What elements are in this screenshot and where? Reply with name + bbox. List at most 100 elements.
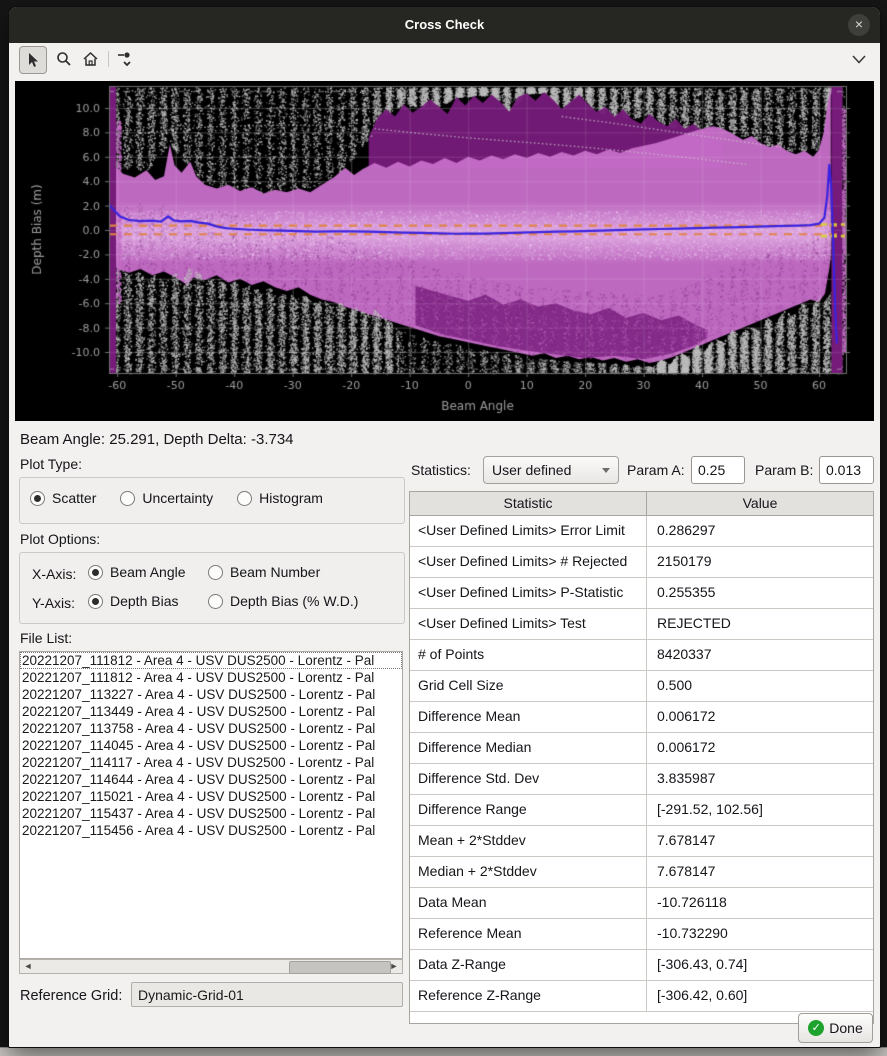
statistics-label: Statistics:: [411, 462, 471, 478]
statistic-cell: Reference Z-Range: [410, 981, 647, 1011]
radio-depth-bias-w-d[interactable]: Depth Bias (% W.D.): [208, 593, 358, 609]
radio-circle-icon[interactable]: [88, 594, 103, 609]
value-cell: 3.835987: [647, 764, 873, 794]
magnifier-icon: [56, 51, 72, 67]
scroll-left-icon[interactable]: ◄: [21, 960, 35, 973]
table-row[interactable]: <User Defined Limits> TestREJECTED: [410, 609, 873, 640]
radio-label: Depth Bias: [110, 593, 178, 609]
toolbar-expander-chevron-icon[interactable]: [850, 50, 868, 68]
radio-circle-icon[interactable]: [120, 491, 135, 506]
radio-beam-number[interactable]: Beam Number: [208, 564, 320, 580]
done-check-icon: ✓: [808, 1020, 824, 1036]
param-b-label: Param B:: [755, 462, 813, 478]
radio-circle-icon[interactable]: [208, 594, 223, 609]
file-list-label: File List:: [20, 630, 72, 646]
statistics-dropdown[interactable]: User defined: [483, 456, 619, 484]
scrollbar-thumb[interactable]: [289, 961, 391, 974]
done-button[interactable]: ✓ Done: [798, 1013, 873, 1043]
statistic-cell: Reference Mean: [410, 919, 647, 949]
value-cell: 0.500: [647, 671, 873, 701]
value-cell: 0.006172: [647, 733, 873, 763]
file-list-item[interactable]: 20221207_114644 - Area 4 - USV DUS2500 -…: [20, 771, 402, 788]
done-button-label: Done: [829, 1020, 862, 1036]
param-a-input[interactable]: [691, 456, 745, 484]
statistic-cell: Difference Std. Dev: [410, 764, 647, 794]
x-axis-radios: Beam AngleBeam Number: [88, 564, 320, 585]
crosscheck-plot[interactable]: [15, 81, 874, 421]
file-list-item[interactable]: 20221207_113449 - Area 4 - USV DUS2500 -…: [20, 703, 402, 720]
table-row[interactable]: Difference Range[-291.52, 102.56]: [410, 795, 873, 826]
value-cell: REJECTED: [647, 609, 873, 639]
radio-circle-icon[interactable]: [237, 491, 252, 506]
radio-circle-icon[interactable]: [88, 565, 103, 580]
cross-check-dialog: Cross Check × Bea: [8, 6, 881, 1048]
dropdown-arrow-icon: [602, 468, 610, 473]
table-row[interactable]: Difference Std. Dev3.835987: [410, 764, 873, 795]
statistics-table-header: Statistic Value: [410, 492, 873, 516]
table-row[interactable]: # of Points8420337: [410, 640, 873, 671]
x-axis-label: X-Axis:: [32, 566, 88, 582]
file-list-item[interactable]: 20221207_111812 - Area 4 - USV DUS2500 -…: [20, 652, 402, 669]
file-list-item[interactable]: 20221207_111812 - Area 4 - USV DUS2500 -…: [20, 669, 402, 686]
cursor-readout: Beam Angle: 25.291, Depth Delta: -3.734: [20, 431, 294, 448]
radio-uncertainty[interactable]: Uncertainty: [120, 490, 213, 506]
file-list-item[interactable]: 20221207_115456 - Area 4 - USV DUS2500 -…: [20, 822, 402, 839]
plot-config-button[interactable]: [112, 46, 138, 72]
file-list-hscrollbar[interactable]: ◄ ►: [19, 959, 403, 974]
param-b-input[interactable]: [819, 456, 874, 484]
table-row[interactable]: <User Defined Limits> Error Limit0.28629…: [410, 516, 873, 547]
table-row[interactable]: <User Defined Limits> P-Statistic0.25535…: [410, 578, 873, 609]
radio-circle-icon[interactable]: [30, 491, 45, 506]
value-cell: -10.726118: [647, 888, 873, 918]
scroll-right-icon[interactable]: ►: [387, 960, 401, 973]
radio-beam-angle[interactable]: Beam Angle: [88, 564, 208, 580]
statistic-column-header[interactable]: Statistic: [410, 492, 647, 515]
statistics-dropdown-value: User defined: [492, 462, 602, 478]
plot-type-groupbox: Scatter Uncertainty Histogram: [19, 477, 405, 524]
home-icon: [82, 51, 99, 67]
table-row[interactable]: <User Defined Limits> # Rejected2150179: [410, 547, 873, 578]
statistic-cell: # of Points: [410, 640, 647, 670]
table-row[interactable]: Median + 2*Stddev7.678147: [410, 857, 873, 888]
radio-depth-bias[interactable]: Depth Bias: [88, 593, 208, 609]
radio-label: Uncertainty: [142, 490, 213, 506]
table-row[interactable]: Difference Median0.006172: [410, 733, 873, 764]
crosscheck-plot-canvas[interactable]: [15, 81, 874, 421]
close-icon[interactable]: ×: [848, 14, 870, 36]
table-row[interactable]: Data Z-Range[-306.43, 0.74]: [410, 950, 873, 981]
table-row[interactable]: Reference Mean-10.732290: [410, 919, 873, 950]
table-row[interactable]: Grid Cell Size0.500: [410, 671, 873, 702]
table-row[interactable]: Data Mean-10.726118: [410, 888, 873, 919]
plot-config-icon: [116, 50, 134, 68]
radio-label: Scatter: [52, 490, 96, 506]
statistic-cell: Difference Mean: [410, 702, 647, 732]
file-list-item[interactable]: 20221207_114117 - Area 4 - USV DUS2500 -…: [20, 754, 402, 771]
file-list-item[interactable]: 20221207_114045 - Area 4 - USV DUS2500 -…: [20, 737, 402, 754]
cursor-select-button[interactable]: [19, 46, 47, 74]
file-list-item[interactable]: 20221207_115437 - Area 4 - USV DUS2500 -…: [20, 805, 402, 822]
zoom-button[interactable]: [51, 46, 77, 72]
table-row[interactable]: Reference Z-Range[-306.42, 0.60]: [410, 981, 873, 1012]
reference-grid-field[interactable]: [131, 982, 403, 1007]
radio-histogram[interactable]: Histogram: [237, 490, 323, 506]
file-list-item[interactable]: 20221207_115021 - Area 4 - USV DUS2500 -…: [20, 788, 402, 805]
radio-circle-icon[interactable]: [208, 565, 223, 580]
table-row[interactable]: Difference Mean0.006172: [410, 702, 873, 733]
statistic-cell: <User Defined Limits> Error Limit: [410, 516, 647, 546]
param-a-label: Param A:: [627, 462, 685, 478]
table-row[interactable]: Mean + 2*Stddev7.678147: [410, 826, 873, 857]
plot-toolbar: [9, 43, 880, 75]
file-list-item[interactable]: 20221207_113758 - Area 4 - USV DUS2500 -…: [20, 720, 402, 737]
file-list-item[interactable]: 20221207_113227 - Area 4 - USV DUS2500 -…: [20, 686, 402, 703]
titlebar[interactable]: Cross Check ×: [9, 7, 880, 43]
x-axis-row: X-Axis: Beam AngleBeam Number: [32, 564, 320, 585]
plot-type-radios: Scatter Uncertainty Histogram: [30, 490, 323, 506]
value-cell: [-306.43, 0.74]: [647, 950, 873, 980]
radio-label: Histogram: [259, 490, 323, 506]
statistic-cell: Median + 2*Stddev: [410, 857, 647, 887]
file-list[interactable]: 20221207_111812 - Area 4 - USV DUS2500 -…: [19, 651, 403, 959]
plot-options-label: Plot Options:: [20, 531, 100, 547]
radio-scatter[interactable]: Scatter: [30, 490, 96, 506]
value-column-header[interactable]: Value: [647, 492, 873, 515]
home-button[interactable]: [77, 46, 103, 72]
